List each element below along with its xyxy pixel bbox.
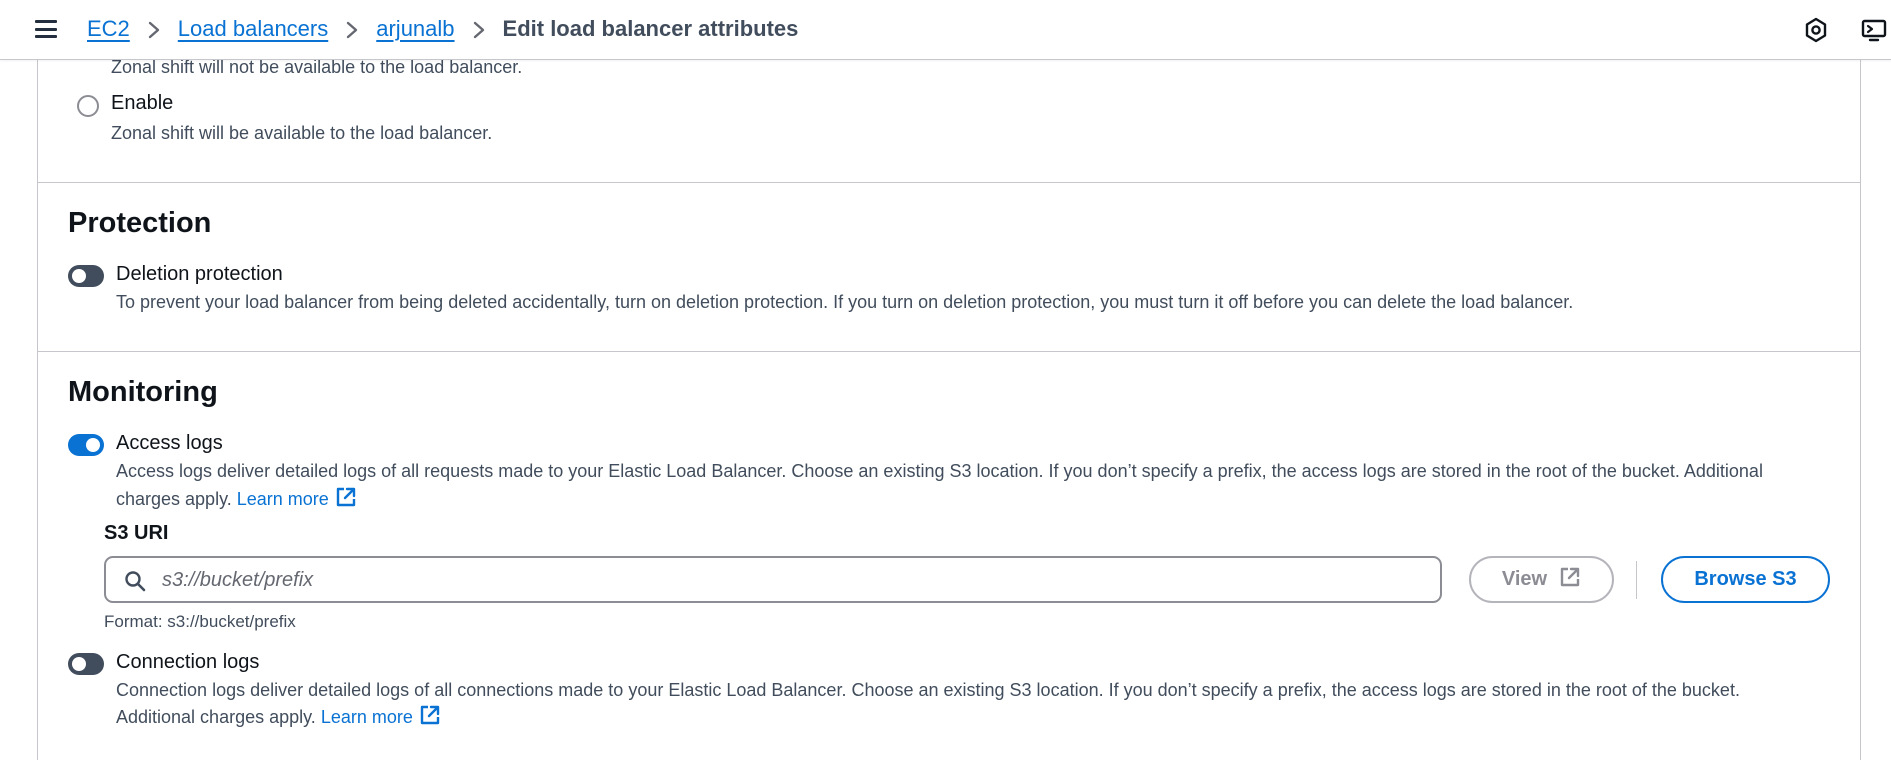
browse-s3-button[interactable]: Browse S3 <box>1661 556 1830 603</box>
search-icon <box>124 570 146 597</box>
zonal-shift-enable-description: Zonal shift will be available to the loa… <box>111 123 493 143</box>
access-logs-toggle[interactable] <box>68 434 104 456</box>
chevron-right-icon <box>130 16 178 42</box>
access-logs-learn-more-link[interactable]: Learn more <box>237 489 329 509</box>
view-button-label: View <box>1501 568 1548 590</box>
menu-icon[interactable] <box>34 17 58 41</box>
breadcrumb-load-balancers[interactable]: Load balancers <box>178 16 328 42</box>
toggle-knob <box>86 438 100 452</box>
external-link-icon[interactable] <box>335 486 357 516</box>
connection-logs-description-line2: Additional charges apply. Learn more <box>116 703 441 734</box>
external-link-icon[interactable] <box>419 704 441 734</box>
toggle-knob <box>72 269 86 283</box>
protection-heading: Protection <box>68 207 212 239</box>
breadcrumb-arjunalb[interactable]: arjunalb <box>376 16 454 42</box>
section-divider <box>38 182 1860 183</box>
button-divider <box>1636 561 1637 599</box>
connection-logs-toggle[interactable] <box>68 653 104 675</box>
connection-logs-label[interactable]: Connection logs <box>116 651 259 674</box>
s3-uri-search-field[interactable] <box>104 556 1442 603</box>
access-logs-description-line1: Access logs deliver detailed logs of all… <box>116 461 1763 481</box>
view-s3-button[interactable]: View <box>1469 556 1614 603</box>
access-logs-description-line2: charges apply. Learn more <box>116 485 357 516</box>
breadcrumb: EC2 Load balancers arjunalb Edit load ba… <box>87 14 798 44</box>
connection-logs-description-line1: Connection logs deliver detailed logs of… <box>116 680 1740 700</box>
toggle-knob <box>72 657 86 671</box>
connection-logs-learn-more-link[interactable]: Learn more <box>321 707 413 727</box>
s3-uri-label: S3 URI <box>104 522 169 544</box>
deletion-protection-label[interactable]: Deletion protection <box>116 263 283 286</box>
access-logs-label[interactable]: Access logs <box>116 432 223 455</box>
deletion-protection-description: To prevent your load balancer from being… <box>116 292 1574 312</box>
section-divider <box>38 351 1860 352</box>
zonal-shift-enable-label[interactable]: Enable <box>111 92 173 115</box>
console-toolbar-icon[interactable] <box>1860 16 1888 44</box>
chevron-right-icon <box>328 16 376 42</box>
edit-attributes-panel: Zonal shift will not be available to the… <box>37 0 1861 760</box>
connection-logs-charges-text: Additional charges apply. <box>116 707 316 727</box>
breadcrumb-current-page: Edit load balancer attributes <box>502 16 799 41</box>
access-logs-charges-text: charges apply. <box>116 489 232 509</box>
zonal-shift-enable-radio[interactable] <box>77 95 99 117</box>
top-navigation-bar: EC2 Load balancers arjunalb Edit load ba… <box>0 0 1891 60</box>
notifications-icon[interactable] <box>1802 16 1830 44</box>
monitoring-heading: Monitoring <box>68 376 218 408</box>
chevron-right-icon <box>455 16 503 42</box>
breadcrumb-ec2[interactable]: EC2 <box>87 16 130 42</box>
external-link-icon <box>1559 566 1581 594</box>
deletion-protection-toggle[interactable] <box>68 265 104 287</box>
s3-uri-format-hint: Format: s3://bucket/prefix <box>104 612 296 631</box>
s3-uri-input[interactable] <box>160 564 1420 596</box>
